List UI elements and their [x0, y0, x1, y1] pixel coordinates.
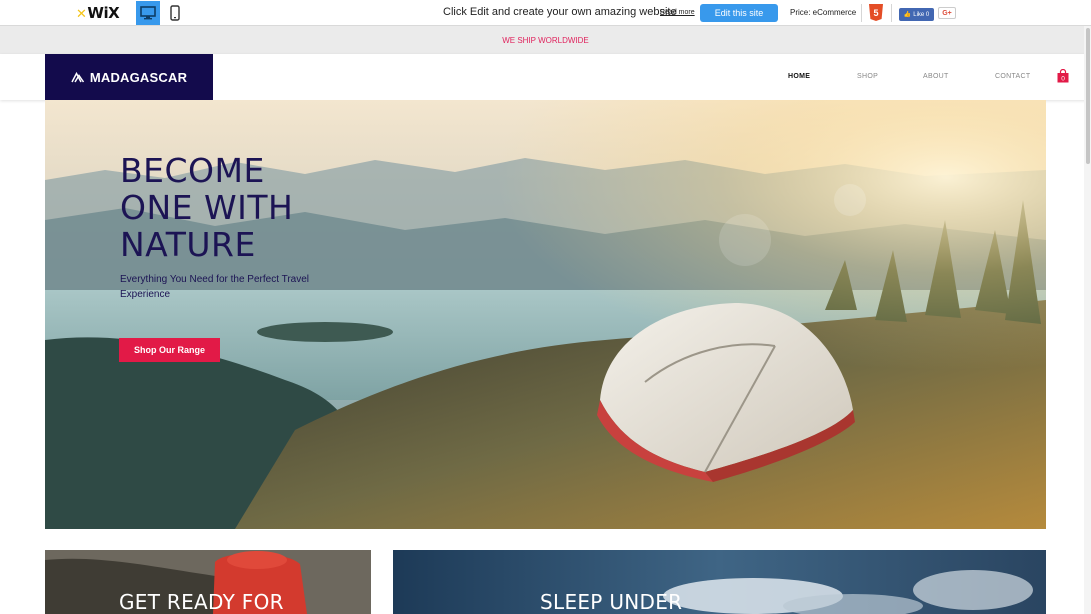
cart-count: 0: [1061, 76, 1065, 83]
site-logo[interactable]: MADAGASCAR: [45, 54, 213, 100]
scrollbar-thumb[interactable]: [1086, 28, 1090, 164]
google-plus-button[interactable]: G+: [938, 7, 956, 19]
promo-card-get-ready[interactable]: GET READY FOR: [45, 550, 371, 614]
wix-promo-text: Click Edit and create your own amazing w…: [443, 6, 677, 18]
divider: [861, 4, 862, 22]
wix-top-bar: ✕WiX Click Edit and create your own amaz…: [0, 0, 1091, 26]
price-label: Price: eCommerce: [790, 8, 857, 17]
hero-title-line: BECOME: [120, 151, 265, 190]
nav-about[interactable]: ABOUT: [923, 73, 949, 80]
hero-title-line: ONE WITH: [120, 188, 294, 227]
night-sky-image: [393, 550, 1046, 614]
wix-logo-icon: ✕: [76, 7, 87, 22]
cart-button[interactable]: 0: [1057, 68, 1069, 83]
facebook-like-button[interactable]: 👍 Like 0: [899, 8, 934, 21]
mobile-view-button[interactable]: [163, 1, 187, 25]
site-header: MADAGASCAR HOME SHOP ABOUT CONTACT 0: [0, 54, 1091, 100]
nav-shop[interactable]: SHOP: [857, 73, 878, 80]
read-more-link[interactable]: Read more: [660, 9, 695, 16]
divider: [891, 4, 892, 22]
edit-site-button[interactable]: Edit this site: [700, 4, 778, 22]
html5-icon: 5: [869, 4, 883, 21]
card-title: GET READY FOR: [119, 590, 284, 614]
announcement-bar: WE SHIP WORLDWIDE: [0, 26, 1091, 54]
shop-our-range-button[interactable]: Shop Our Range: [119, 338, 220, 362]
nav-home[interactable]: HOME: [788, 73, 810, 80]
thumbs-up-icon: 👍: [903, 12, 912, 18]
mobile-icon: [170, 5, 180, 21]
hero-banner: BECOME ONE WITH NATURE Everything You Ne…: [45, 100, 1046, 529]
hero-title: BECOME ONE WITH NATURE: [120, 152, 293, 263]
promo-card-sleep-under[interactable]: SLEEP UNDER: [393, 550, 1046, 614]
mountain-icon: [71, 71, 84, 82]
site-logo-text: MADAGASCAR: [89, 69, 188, 85]
desktop-icon: [140, 6, 156, 20]
wix-logo[interactable]: ✕WiX: [76, 4, 120, 22]
desktop-view-button[interactable]: [136, 1, 160, 25]
nav-contact[interactable]: CONTACT: [995, 73, 1030, 80]
card-title: SLEEP UNDER: [540, 590, 683, 614]
hero-title-line: NATURE: [120, 225, 256, 264]
shopping-bag-icon: 0: [1057, 68, 1069, 83]
hero-subtitle: Everything You Need for the Perfect Trav…: [120, 274, 309, 300]
